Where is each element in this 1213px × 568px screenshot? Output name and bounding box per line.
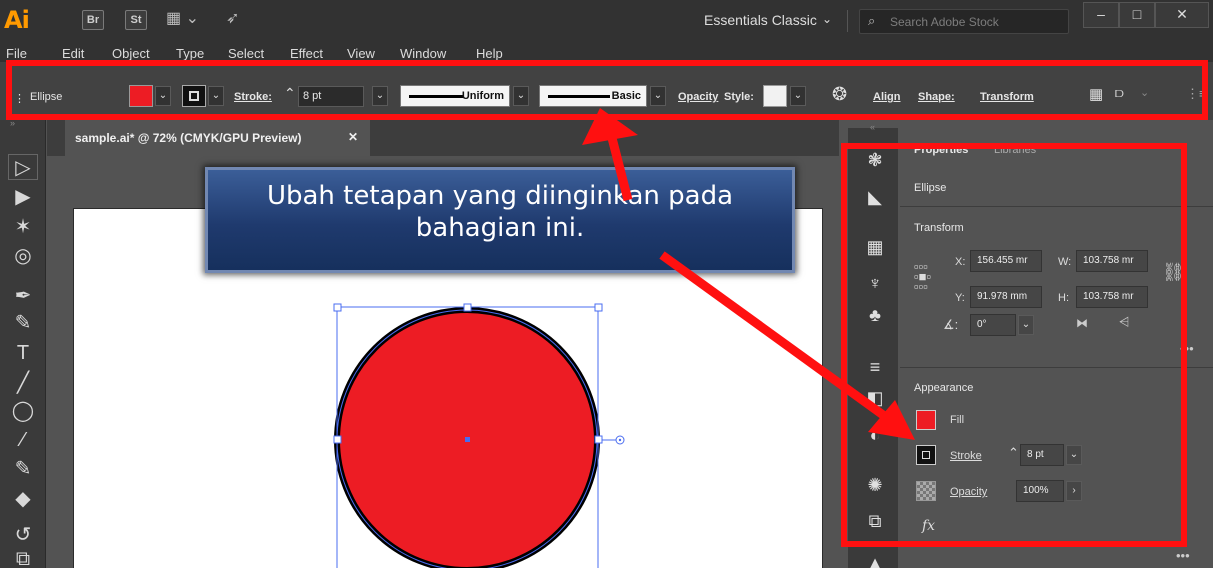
arrow-up-shaft	[607, 136, 633, 202]
arrow-up-head	[582, 108, 638, 145]
arrow-down-shaft	[659, 251, 893, 424]
annotation-arrows	[582, 108, 915, 440]
